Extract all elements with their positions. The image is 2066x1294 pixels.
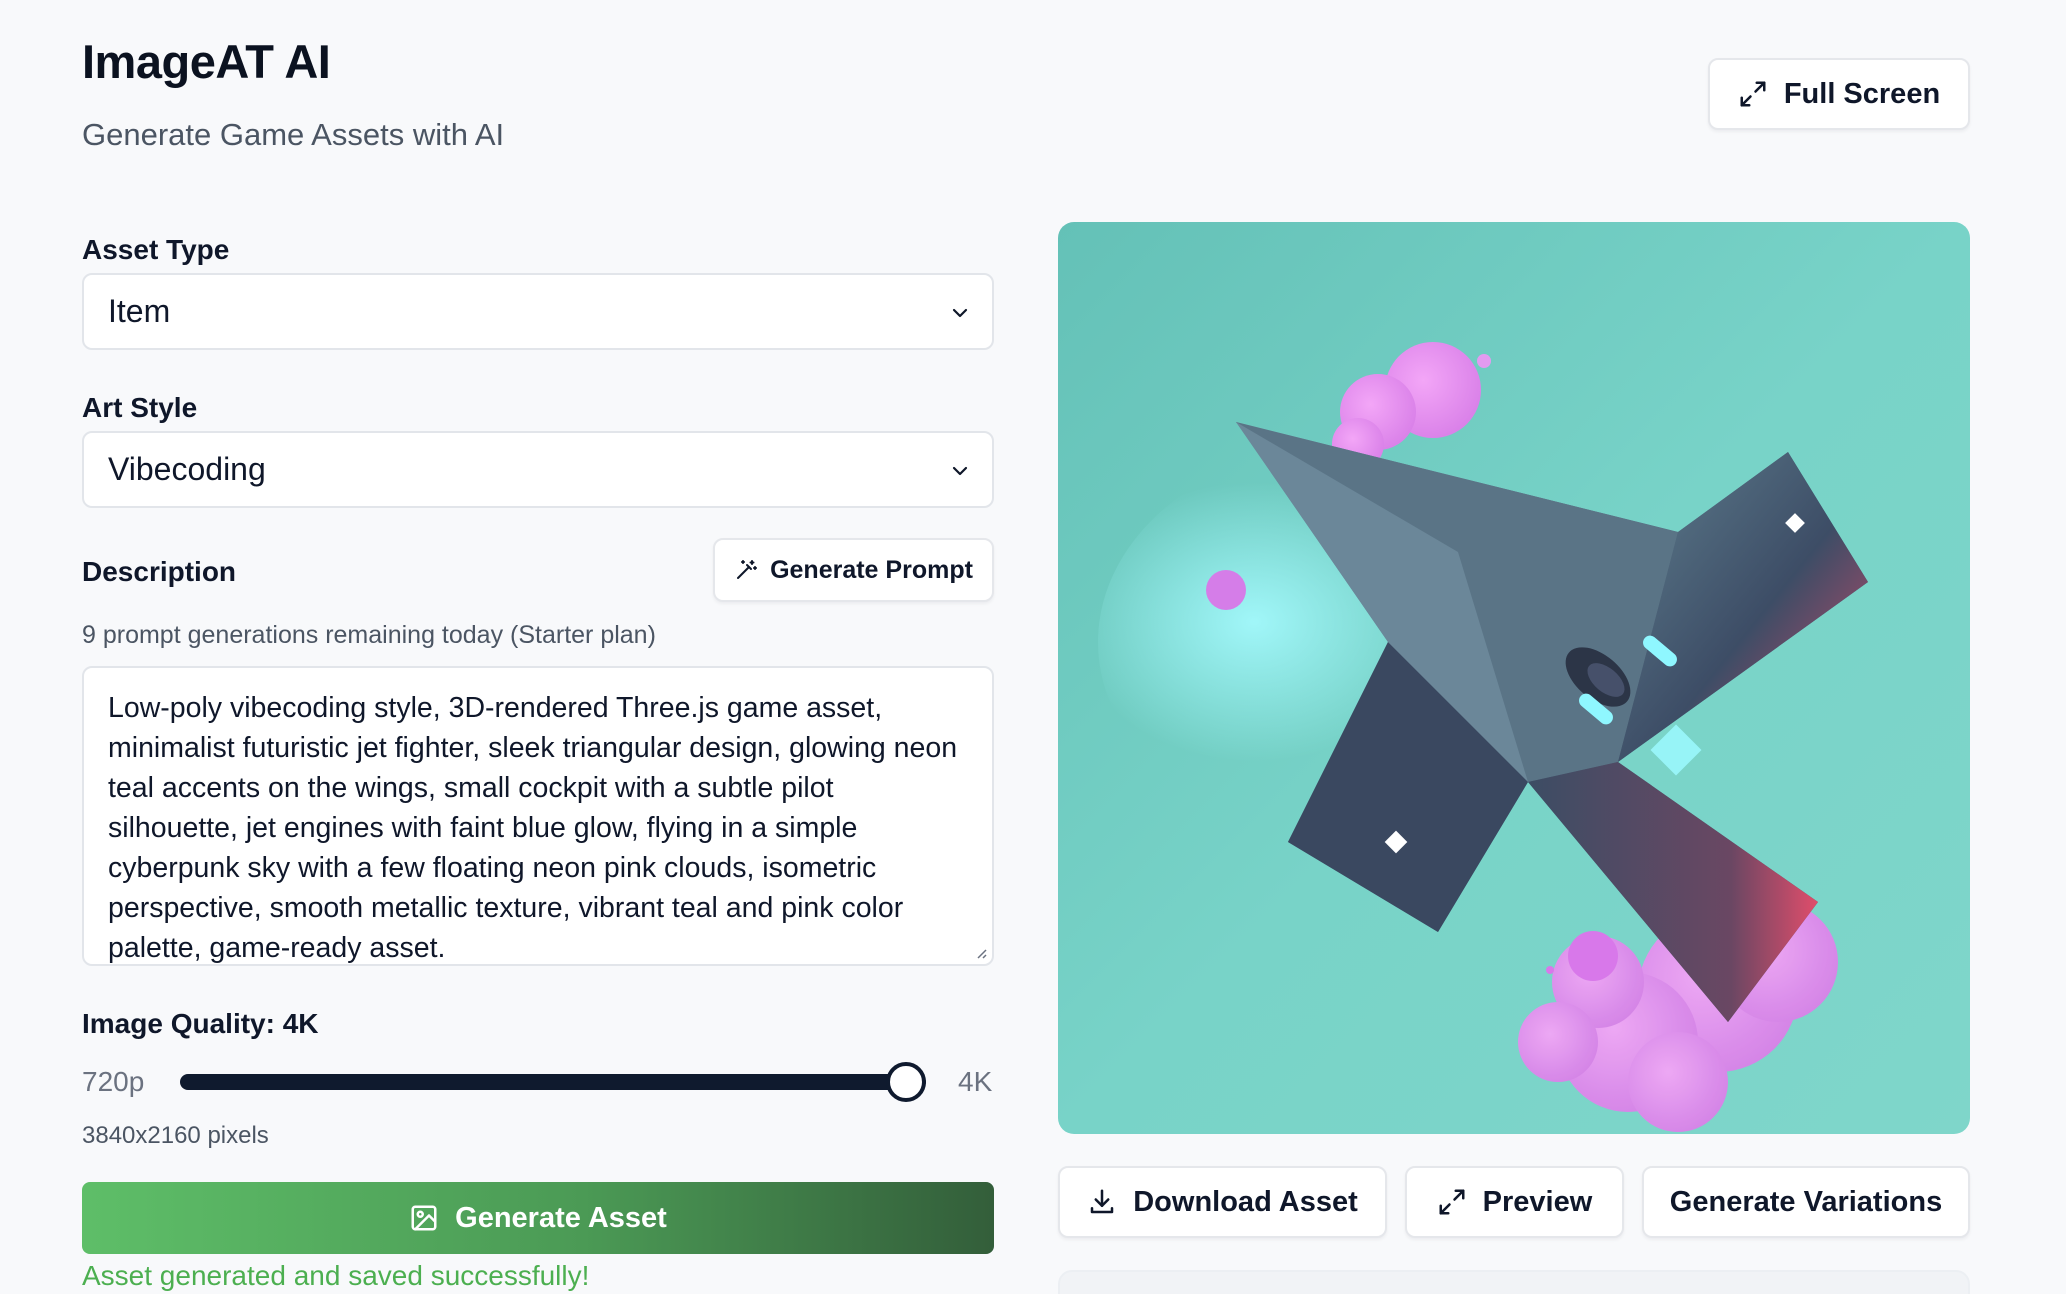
art-style-value: Vibecoding [108,451,266,487]
description-textarea[interactable]: Low-poly vibecoding style, 3D-rendered T… [82,666,994,966]
quality-slider-track[interactable] [180,1074,926,1090]
prompt-remaining-text: 9 prompt generations remaining today (St… [82,621,656,649]
generated-asset-image [1058,222,1970,1134]
chevron-down-icon [952,466,968,476]
app-title: ImageAT AI [82,35,331,88]
jet-fighter-illustration [1058,222,1970,1134]
status-message: Asset generated and saved successfully! [82,1260,590,1291]
image-quality-label: Image Quality: 4K [82,1008,319,1039]
download-asset-button[interactable]: Download Asset [1058,1166,1387,1238]
asset-type-label: Asset Type [82,234,230,265]
quality-slider-thumb[interactable] [886,1062,926,1102]
generate-variations-button[interactable]: Generate Variations [1642,1166,1970,1238]
expand-icon [1740,81,1766,107]
asset-type-value: Item [108,293,171,329]
generate-prompt-button[interactable]: Generate Prompt [713,538,994,602]
resize-handle-icon[interactable] [972,944,988,960]
asset-type-select[interactable]: Item [82,273,994,350]
download-asset-label: Download Asset [1133,1185,1358,1218]
art-style-label: Art Style [82,392,198,423]
art-style-select[interactable]: Vibecoding [82,431,994,508]
preview-label: Preview [1482,1185,1593,1218]
preview-button[interactable]: Preview [1405,1166,1624,1238]
lower-panel [1058,1270,1970,1294]
description-text: Low-poly vibecoding style, 3D-rendered T… [108,692,958,964]
generate-asset-button[interactable]: Generate Asset [82,1182,994,1254]
description-label: Description [82,556,237,587]
expand-icon [1439,1189,1465,1215]
generate-variations-label: Generate Variations [1669,1185,1943,1218]
image-icon [411,1205,437,1231]
app-root: ImageAT AI Generate Game Assets with AI … [0,0,2066,1294]
generate-asset-label: Generate Asset [455,1201,667,1234]
generate-prompt-label: Generate Prompt [770,555,973,584]
fullscreen-label: Full Screen [1783,77,1941,110]
chevron-down-icon [952,308,968,318]
fullscreen-button[interactable]: Full Screen [1708,58,1970,130]
quality-max-label: 4K [958,1066,993,1097]
app-subtitle: Generate Game Assets with AI [82,117,505,152]
resolution-text: 3840x2160 pixels [82,1122,269,1149]
quality-min-label: 720p [82,1066,145,1097]
magic-wand-icon [737,560,758,579]
download-icon [1090,1189,1114,1214]
